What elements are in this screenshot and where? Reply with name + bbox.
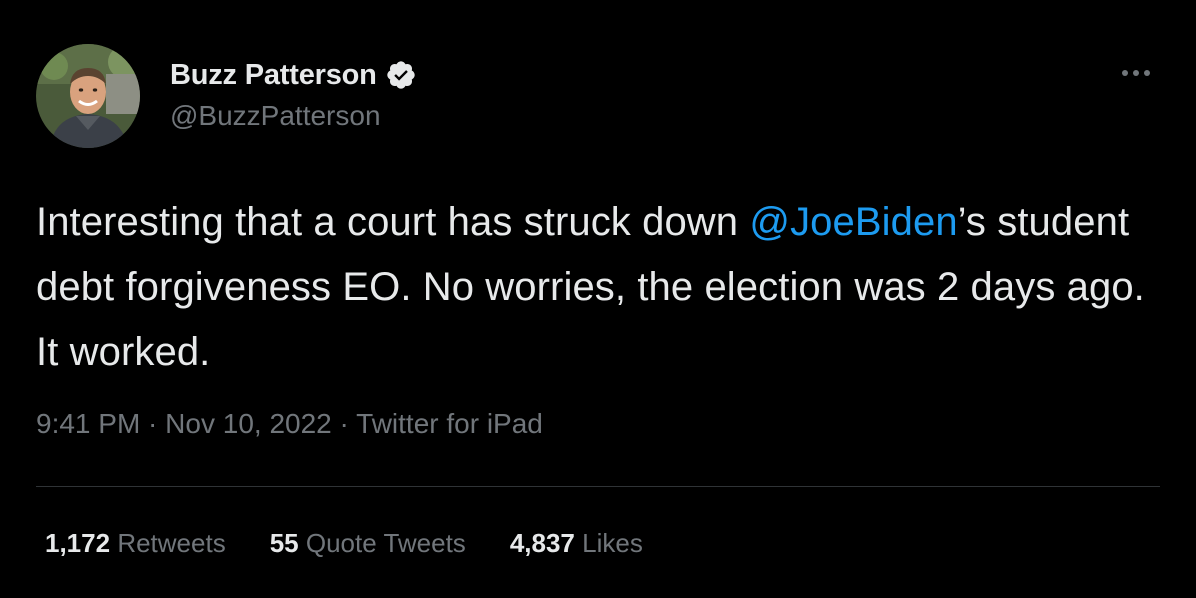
retweets-label: Retweets bbox=[117, 528, 226, 558]
author-handle[interactable]: @BuzzPatterson bbox=[170, 100, 381, 132]
quote-tweets-stat[interactable]: 55 Quote Tweets bbox=[270, 528, 466, 559]
tweet-text-part1: Interesting that a court has struck down bbox=[36, 200, 750, 244]
divider bbox=[36, 486, 1160, 487]
more-options-button[interactable] bbox=[1116, 58, 1156, 88]
quote-tweets-count: 55 bbox=[269, 528, 299, 558]
tweet-text: Interesting that a court has struck down… bbox=[36, 190, 1146, 385]
tweet-date[interactable]: Nov 10, 2022 bbox=[165, 408, 332, 439]
avatar[interactable] bbox=[36, 44, 140, 148]
tweet-time[interactable]: 9:41 PM bbox=[36, 408, 140, 439]
verified-badge-icon bbox=[385, 59, 417, 91]
likes-count: 4,837 bbox=[509, 528, 575, 558]
quote-tweets-label: Quote Tweets bbox=[305, 528, 466, 558]
tweet-stats: 1,172 Retweets 55 Quote Tweets 4,837 Lik… bbox=[45, 528, 687, 559]
author-display-name[interactable]: Buzz Patterson bbox=[170, 59, 377, 92]
mention-link[interactable]: @JoeBiden bbox=[749, 200, 957, 244]
meta-separator: · bbox=[140, 408, 166, 439]
more-dots-icon bbox=[1122, 70, 1150, 76]
retweets-stat[interactable]: 1,172 Retweets bbox=[45, 528, 226, 559]
avatar-photo bbox=[36, 44, 140, 148]
retweets-count: 1,172 bbox=[45, 528, 111, 558]
author-name-row: Buzz Patterson bbox=[170, 55, 417, 95]
meta-separator: · bbox=[331, 408, 357, 439]
tweet-meta: 9:41 PM · Nov 10, 2022 · Twitter for iPa… bbox=[36, 408, 543, 440]
likes-stat[interactable]: 4,837 Likes bbox=[510, 528, 643, 559]
tweet-source[interactable]: Twitter for iPad bbox=[356, 408, 543, 439]
tweet-card: Buzz Patterson @BuzzPatterson Interestin… bbox=[0, 0, 1196, 598]
likes-label: Likes bbox=[582, 528, 643, 558]
